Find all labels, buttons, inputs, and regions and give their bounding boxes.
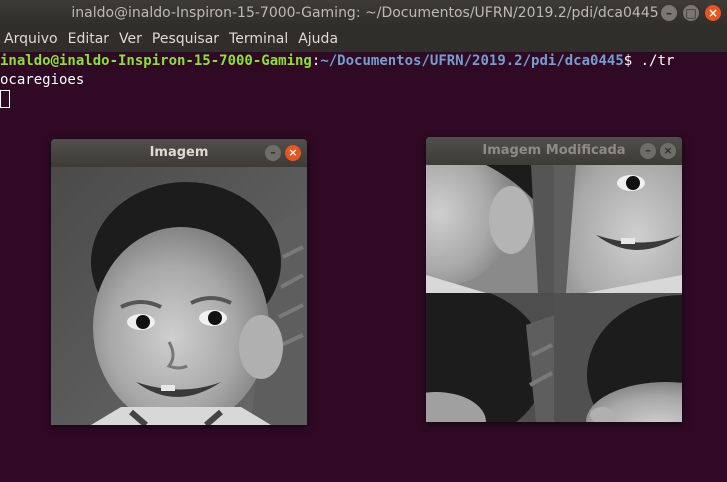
minimize-icon[interactable]: – (640, 143, 656, 159)
image-window[interactable]: Imagem – × (51, 139, 307, 425)
window-title: inaldo@inaldo-Inspiron-15-7000-Gaming: ~… (71, 5, 659, 21)
prompt-line: inaldo@inaldo-Inspiron-15-7000-Gaming:~/… (0, 52, 674, 71)
close-icon[interactable]: × (660, 143, 676, 159)
terminal-titlebar: inaldo@inaldo-Inspiron-15-7000-Gaming: ~… (0, 0, 727, 26)
menu-item-ver[interactable]: Ver (119, 26, 142, 52)
command-continuation: ocaregioes (0, 72, 85, 88)
window-controls: – □ × (661, 5, 721, 21)
modified-image-window-titlebar[interactable]: Imagem Modificada – × (426, 137, 682, 165)
terminal-cursor (0, 90, 10, 108)
prompt-user: inaldo@inaldo-Inspiron-15-7000-Gaming (0, 53, 312, 69)
menu-item-terminal[interactable]: Terminal (229, 26, 288, 52)
maximize-icon[interactable]: □ (683, 5, 699, 21)
modified-image-window-title: Imagem Modificada (482, 143, 626, 158)
menu-bar: Arquivo Editar Ver Pesquisar Terminal Aj… (0, 26, 727, 52)
original-photo (51, 167, 307, 425)
close-icon[interactable]: × (285, 145, 301, 161)
image-window-controls: – × (265, 145, 301, 161)
modified-image-window-controls: – × (640, 143, 676, 159)
menu-item-ajuda[interactable]: Ajuda (298, 26, 338, 52)
minimize-icon[interactable]: – (265, 145, 281, 161)
image-window-title: Imagem (149, 145, 209, 160)
image-window-titlebar[interactable]: Imagem – × (51, 139, 307, 167)
command-text: ./tr (640, 53, 675, 69)
prompt-symbol: $ (623, 53, 641, 69)
minimize-icon[interactable]: – (661, 5, 677, 21)
menu-item-pesquisar[interactable]: Pesquisar (152, 26, 219, 52)
modified-photo (426, 165, 682, 422)
menu-item-editar[interactable]: Editar (68, 26, 109, 52)
close-icon[interactable]: × (705, 5, 721, 21)
menu-item-arquivo[interactable]: Arquivo (4, 26, 58, 52)
modified-image-window[interactable]: Imagem Modificada – × (426, 137, 682, 422)
prompt-path: ~/Documentos/UFRN/2019.2/pdi/dca0445 (320, 53, 624, 69)
